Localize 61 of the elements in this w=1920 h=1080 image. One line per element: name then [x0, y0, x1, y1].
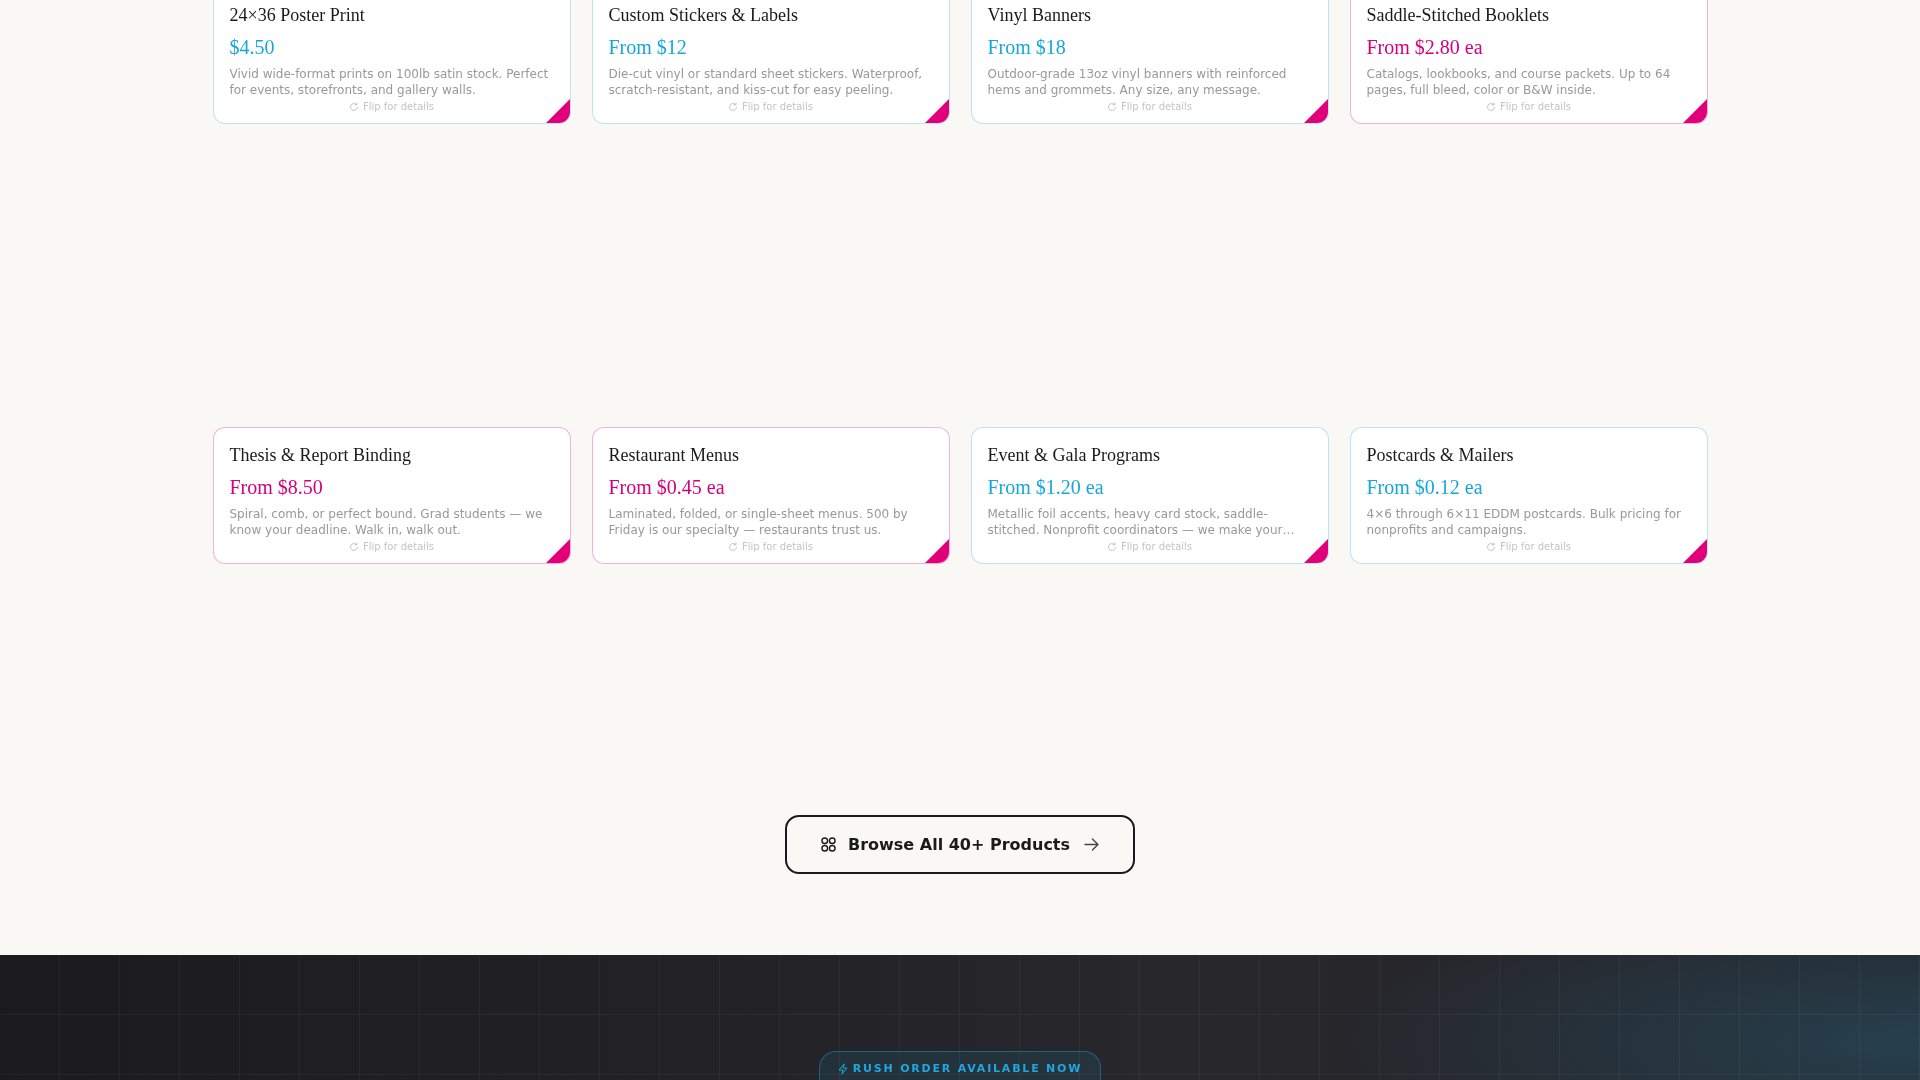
product-price: From $0.12 ea [1366, 475, 1484, 500]
product-card[interactable]: Saddle-Stitched Booklets From $2.80 ea Catalogs, lookbooks, and course packets. Up to 64 pages, full bleed, color or B&W inside. Flip for details [1349, 0, 1708, 124]
product-price: From $0.45 ea [608, 475, 726, 500]
flip-hint: Flip for details [1499, 540, 1572, 553]
flip-hint: Flip for details [741, 100, 814, 113]
corner-triangle-icon [1303, 99, 1328, 123]
product-description: Catalogs, lookbooks, and course packets. Up to 64 pages, full bleed, color or B&W inside. [1366, 66, 1672, 98]
product-title: Thesis & Report Binding [229, 444, 412, 467]
browse-products-button[interactable]: Browse All 40+ Products [784, 815, 1136, 874]
product-card[interactable]: 24×36 Poster Print $4.50 Vivid wide-format prints on 100lb satin stock. Perfect for events, storefronts, and gallery walls. Flip for details [212, 0, 571, 124]
product-title: Postcards & Mailers [1366, 444, 1515, 467]
product-title: Vinyl Banners [987, 4, 1092, 27]
product-description: Outdoor-grade 13oz vinyl banners with reinforced hems and grommets. Any size, any message. [987, 66, 1288, 98]
product-price: From $12 [608, 35, 688, 60]
product-card[interactable]: Thesis & Report Binding From $8.50 Spiral, comb, or perfect bound. Grad students — we know your deadline. Walk in, walk out. Flip for details [212, 427, 571, 564]
product-title: Custom Stickers & Labels [608, 4, 799, 27]
lightning-icon [837, 1063, 848, 1075]
product-description: Die-cut vinyl or standard sheet stickers. Waterproof, scratch-resistant, and kiss-cut for easy peeling. [608, 66, 924, 98]
flip-hint: Flip for details [741, 540, 814, 553]
product-title: Event & Gala Programs [987, 444, 1161, 467]
flip-hint: Flip for details [1120, 100, 1193, 113]
product-title: Restaurant Menus [608, 444, 740, 467]
corner-triangle-icon [1682, 99, 1707, 123]
flip-hint: Flip for details [1120, 540, 1193, 553]
product-description: Spiral, comb, or perfect bound. Grad students — we know your deadline. Walk in, walk out. [229, 506, 544, 538]
rotate-arrow-icon [1106, 541, 1117, 552]
product-price: From $8.50 [229, 475, 324, 500]
product-card[interactable]: Postcards & Mailers From $0.12 ea 4×6 through 6×11 EDDM postcards. Bulk pricing for nonprofits and campaigns. Flip for details [1349, 427, 1708, 564]
rush-order-label: RUSH ORDER AVAILABLE NOW [852, 1062, 1083, 1076]
rotate-arrow-icon [1485, 541, 1496, 552]
rotate-arrow-icon [1485, 101, 1496, 112]
corner-triangle-icon [545, 99, 570, 123]
rotate-arrow-icon [727, 101, 738, 112]
flip-hint: Flip for details [362, 100, 435, 113]
corner-triangle-icon [1682, 539, 1707, 563]
product-card[interactable]: Restaurant Menus From $0.45 ea Laminated, folded, or single-sheet menus. 500 by Friday is our specialty — restaurants trust us. Flip for details [591, 427, 950, 564]
product-title: 24×36 Poster Print [229, 4, 366, 27]
product-price: From $2.80 ea [1366, 35, 1484, 60]
flip-hint: Flip for details [362, 540, 435, 553]
product-description: Metallic foil accents, heavy card stock, saddle-stitched. Nonprofit coordinators — we make your… [987, 506, 1296, 538]
corner-triangle-icon [1303, 539, 1328, 563]
rotate-arrow-icon [727, 541, 738, 552]
product-price: From $1.20 ea [987, 475, 1105, 500]
product-description: Laminated, folded, or single-sheet menus. 500 by Friday is our specialty — restaurants trust us. [608, 506, 909, 538]
product-card[interactable]: Vinyl Banners From $18 Outdoor-grade 13oz vinyl banners with reinforced hems and grommets. Any size, any message. Flip for details [970, 0, 1329, 124]
corner-triangle-icon [924, 99, 949, 123]
product-price: $4.50 [229, 35, 276, 60]
product-card[interactable]: Event & Gala Programs From $1.20 ea Metallic foil accents, heavy card stock, saddle-stitched. Nonprofit coordinators — we make your… Flip for details [970, 427, 1329, 564]
rotate-arrow-icon [348, 101, 359, 112]
product-description: Vivid wide-format prints on 100lb satin stock. Perfect for events, storefronts, and gallery walls. [229, 66, 550, 98]
arrow-right-icon [1084, 838, 1100, 851]
product-description: 4×6 through 6×11 EDDM postcards. Bulk pricing for nonprofits and campaigns. [1366, 506, 1682, 538]
rotate-arrow-icon [348, 541, 359, 552]
corner-triangle-icon [924, 539, 949, 563]
rotate-arrow-icon [1106, 101, 1117, 112]
product-card[interactable]: Custom Stickers & Labels From $12 Die-cut vinyl or standard sheet stickers. Waterproof, scratch-resistant, and kiss-cut for easy peeling. Flip for details [591, 0, 950, 124]
corner-triangle-icon [545, 539, 570, 563]
grid-icon [820, 837, 836, 852]
product-price: From $18 [987, 35, 1067, 60]
product-title: Saddle-Stitched Booklets [1366, 4, 1550, 27]
flip-hint: Flip for details [1499, 100, 1572, 113]
